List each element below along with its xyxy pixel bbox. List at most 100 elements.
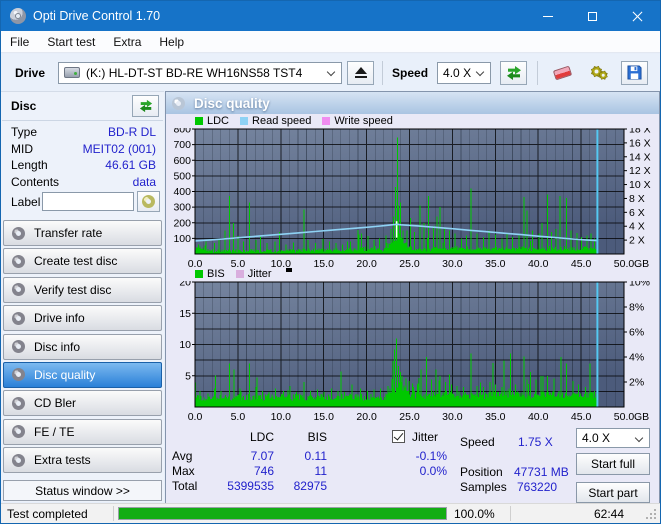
disc-row-value: BD-R DL [107,125,156,139]
svg-text:20.0: 20.0 [356,258,377,270]
jitter-checkbox[interactable] [392,430,405,443]
drive-combobox[interactable]: (K:) HL-DT-ST BD-RE WH16NS58 TST4 [58,61,343,84]
drive-combobox-value: (K:) HL-DT-ST BD-RE WH16NS58 TST4 [86,65,303,80]
svg-text:GB: GB [634,411,649,423]
disc-refresh-button[interactable] [132,95,159,117]
legend-item-read-speed: Read speed [240,115,311,127]
sidebar-item-verify-test-disc[interactable]: Verify test disc [3,276,162,303]
disc-row-value[interactable]: data [133,175,156,189]
svg-text:400: 400 [173,186,191,198]
save-button[interactable] [621,60,649,85]
ldc-max-value: 746 [253,464,274,478]
label-input[interactable] [42,192,134,211]
sidebar-item-disc-info[interactable]: Disc info [3,333,162,360]
legend-item-write-speed: Write speed [322,115,393,127]
drive-label: Drive [15,65,46,80]
svg-text:15.0: 15.0 [313,411,334,423]
settings-button[interactable] [584,60,614,86]
svg-text:100: 100 [173,233,191,245]
sidebar-item-label: Drive info [34,311,85,326]
svg-text:15: 15 [179,308,191,320]
avg-row-label: Avg [172,449,193,463]
refresh-icon [139,99,152,113]
start-part-button[interactable]: Start part [576,482,650,503]
svg-text:15.0: 15.0 [313,258,334,270]
disc-row-value: 46.61 GB [105,158,156,172]
close-button[interactable] [615,1,660,31]
legend-item-ldc: LDC [195,115,229,127]
disc-row-type: Type BD-R DL [11,125,156,139]
svg-text:25.0: 25.0 [399,258,420,270]
erase-disc-button[interactable] [547,60,577,86]
close-icon [632,11,643,22]
label-disc-button[interactable] [137,191,160,212]
status-window-button[interactable]: Status window >> [3,480,162,501]
elapsed-time: 62:44 [593,507,624,521]
sidebar-item-label: FE / TE [34,424,75,439]
svg-text:5.0: 5.0 [231,411,246,423]
maximize-button[interactable] [570,1,615,31]
svg-text:16 X: 16 X [629,137,651,149]
svg-text:4 X: 4 X [629,221,645,233]
disc-panel-title: Disc [11,99,37,113]
menu-file[interactable]: File [1,32,38,52]
legend-item-jitter: Jitter [235,268,272,280]
sidebar-item-disc-quality[interactable]: Disc quality [3,361,162,388]
statusbar-separator [113,506,114,521]
disc-row-value: MEIT02 (001) [82,141,156,156]
sidebar-item-drive-info[interactable]: Drive info [3,305,162,332]
top-chart-legend: LDC Read speed Write speed [195,115,393,127]
svg-text:4%: 4% [629,352,644,364]
sidebar-item-label: Transfer rate [34,226,103,240]
sidebar-item-transfer-rate[interactable]: Transfer rate [3,220,162,246]
svg-text:45.0: 45.0 [571,411,592,423]
progress-bar [118,507,447,520]
svg-text:8 X: 8 X [629,193,645,205]
svg-text:10 X: 10 X [629,179,651,191]
eject-button[interactable] [347,60,375,85]
sidebar-item-label: Disc info [34,339,81,354]
svg-text:14 X: 14 X [629,151,651,163]
svg-text:18 X: 18 X [629,128,651,136]
resize-grip[interactable] [646,509,656,519]
sidebar-item-label: Create test disc [34,254,118,269]
svg-text:20: 20 [179,281,191,289]
app-window: Opti Drive Control 1.70 File Start test Ex… [0,0,661,524]
svg-text:500: 500 [173,170,191,182]
speed-combobox[interactable]: 4.0 X [437,61,492,84]
sidebar-item-create-test-disc[interactable]: Create test disc [3,248,162,275]
legend-item-bis: BIS [195,268,225,280]
test-speed-select[interactable]: 4.0 X [576,428,650,448]
svg-text:300: 300 [173,202,191,214]
position-stat-label: Position [460,465,503,479]
svg-text:0.0: 0.0 [188,411,203,423]
bis-avg-value: 0.11 [304,449,327,463]
sidebar-item-fe-te[interactable]: FE / TE [3,418,162,445]
sidebar-item-cd-bler[interactable]: CD Bler [3,390,162,417]
ldc-read-speed-chart: 800 700 600 500 400 300 200 100 18 X16 X 14 X 12 X… [173,128,651,270]
menu-help[interactable]: Help [150,32,193,52]
gears-icon [590,65,608,80]
disc-icon [172,96,185,110]
refresh-button[interactable] [500,60,528,85]
disc-icon [12,453,25,467]
sidebar-item-label: Extra tests [34,453,91,468]
svg-text:50.0: 50.0 [614,258,635,270]
legend-label: Jitter [247,268,272,280]
ldc-avg-value: 7.07 [250,449,274,463]
speed-combobox-value: 4.0 X [443,65,472,80]
disc-icon [12,340,25,354]
sidebar-item-label: Disc quality [34,367,96,382]
toolbar-separator [382,60,384,85]
ldc-total-value: 5399535 [227,479,274,493]
disc-icon [12,226,25,240]
test-speed-select-value: 4.0 X [582,431,611,445]
menu-start-test[interactable]: Start test [38,32,104,52]
minimize-button[interactable] [525,1,570,31]
svg-text:45.0: 45.0 [571,258,592,270]
start-full-button[interactable]: Start full [576,453,650,475]
sidebar-item-extra-tests[interactable]: Extra tests [3,447,162,474]
menu-extra[interactable]: Extra [104,32,150,52]
disc-row-length: Length 46.61 GB [11,158,156,172]
window-title: Opti Drive Control 1.70 [33,9,161,23]
